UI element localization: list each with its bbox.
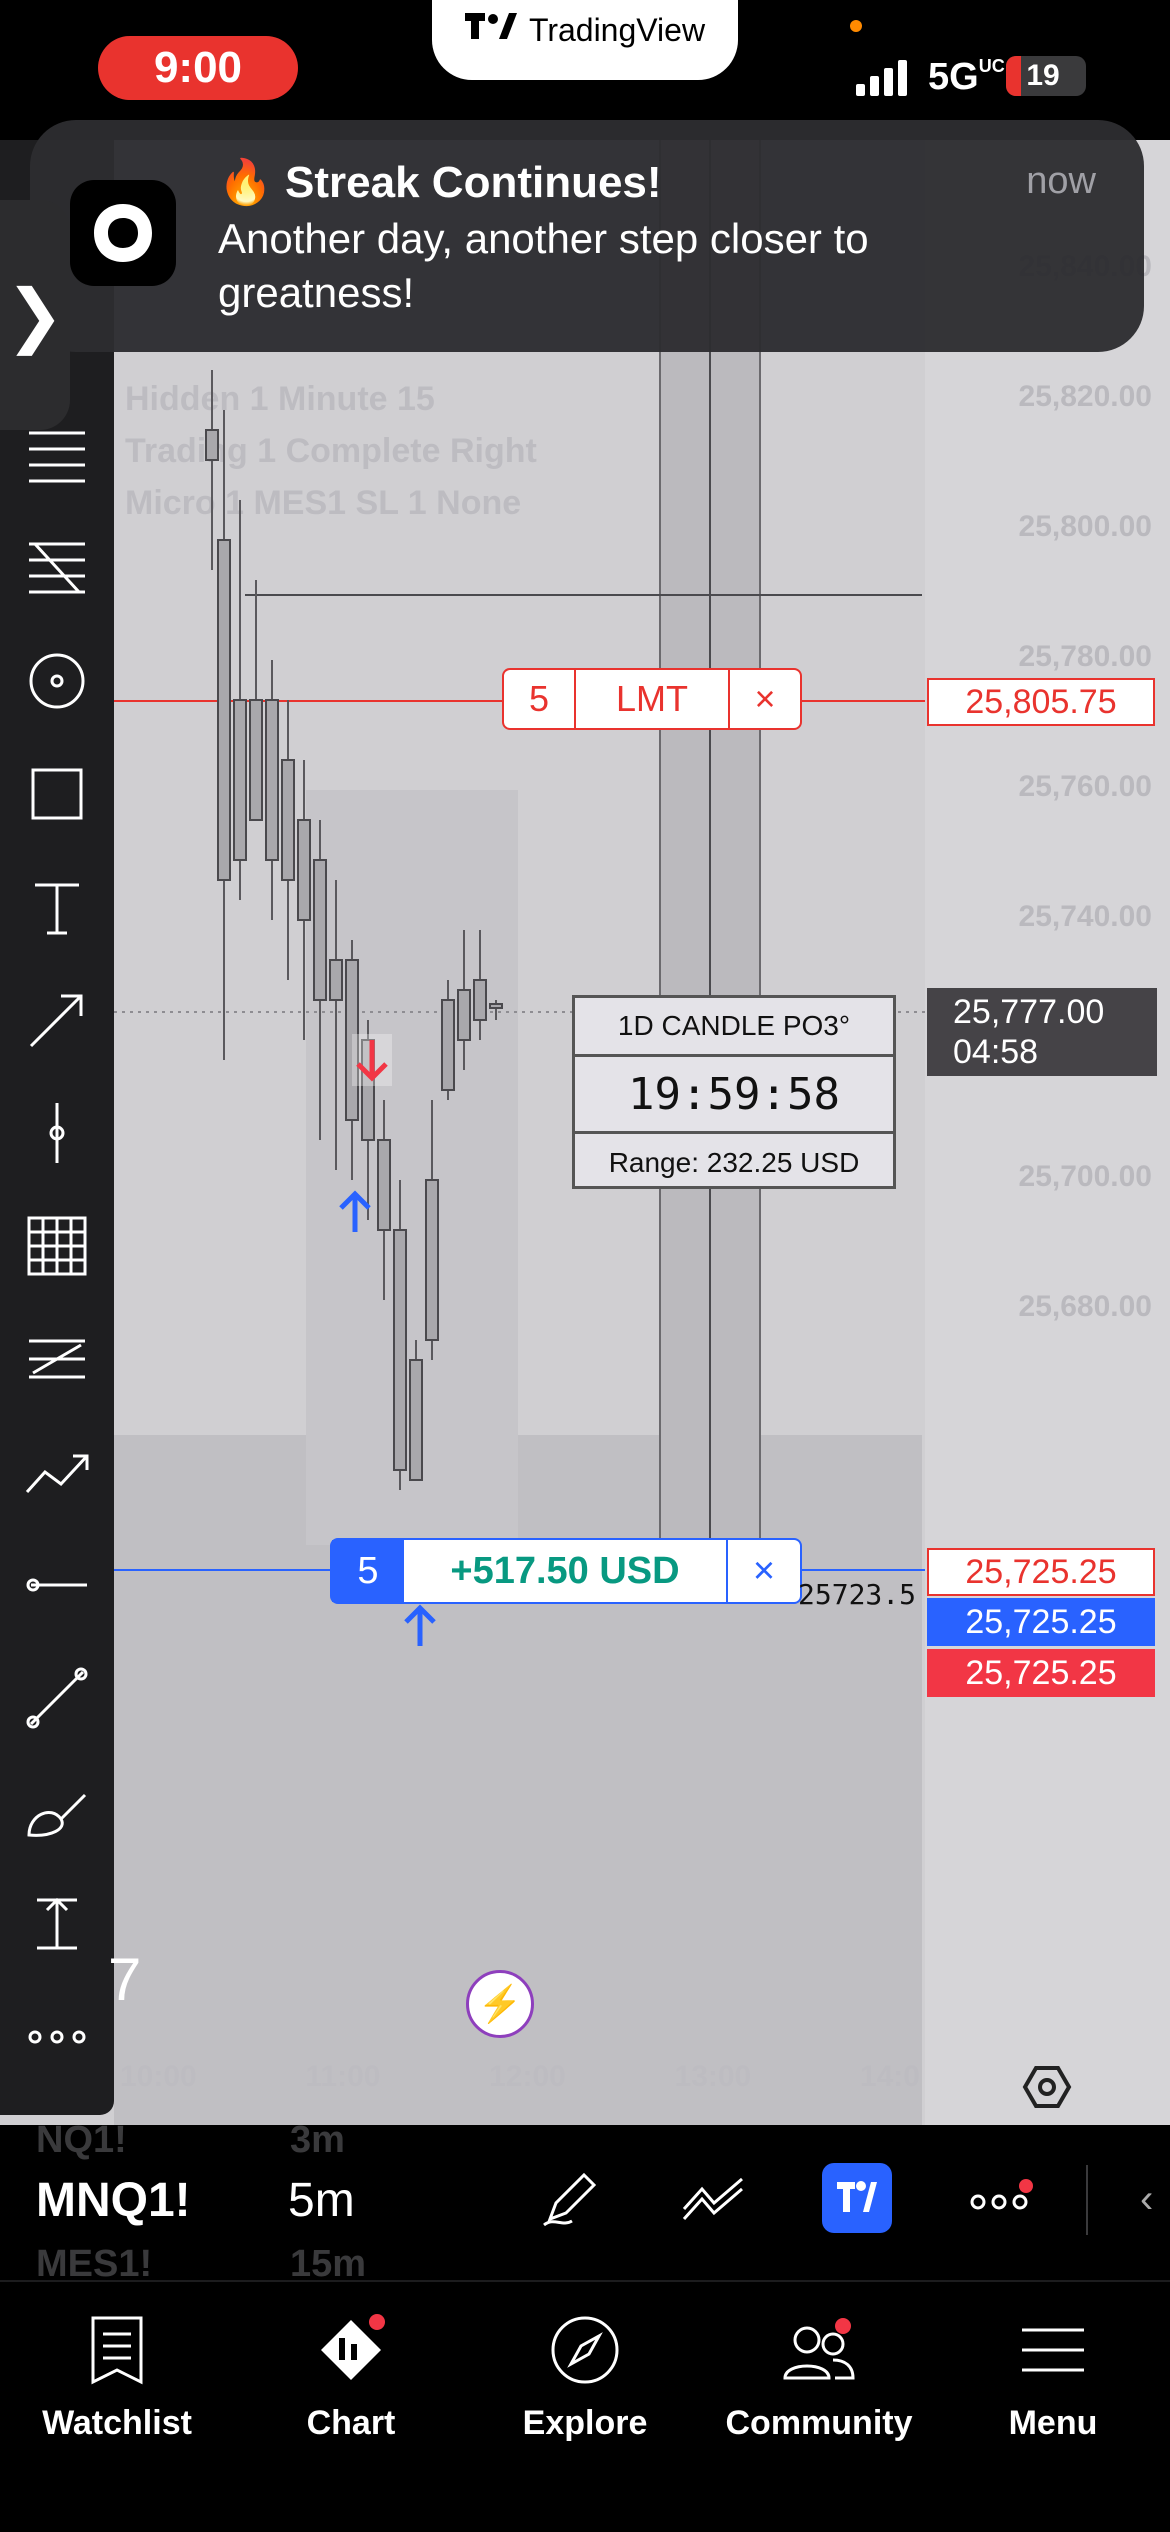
entry-price-label: 25723.5	[798, 1578, 917, 1611]
privacy-indicator	[850, 20, 862, 32]
candle-body	[297, 819, 311, 921]
quick-trade-lightning-icon[interactable]: ⚡	[466, 1970, 534, 2038]
text-icon[interactable]	[10, 860, 104, 954]
notification-time: now	[1026, 160, 1096, 202]
drawing-pen-icon[interactable]	[536, 2163, 606, 2233]
tab-bar: Watchlist Chart Explore Community Menu	[0, 2280, 1170, 2532]
candle-body	[425, 1179, 439, 1341]
symbol-selector[interactable]: MNQ1!	[36, 2173, 191, 2228]
notification-title: 🔥 Streak Continues!	[218, 158, 662, 207]
dynamic-island[interactable]: TradingView	[432, 0, 738, 80]
tab-community[interactable]: Community	[702, 2310, 936, 2443]
candle-body	[265, 699, 279, 861]
candle-body	[473, 979, 487, 1021]
candle-body	[377, 1139, 391, 1231]
tab-watchlist[interactable]: Watchlist	[0, 2310, 234, 2443]
candle-body	[489, 1003, 503, 1009]
position-pnl[interactable]: +517.50 USD	[404, 1540, 728, 1602]
order-qty[interactable]: 5	[504, 670, 576, 728]
candle-body	[205, 429, 219, 461]
po3-candle-box[interactable]: 1D CANDLE PO3° 19:59:58 Range: 232.25 US…	[572, 995, 896, 1189]
chart-bottom-toolbar: NQ1! 3m MES1! 15m MNQ1! 5m ‹	[0, 2119, 1170, 2285]
candle-body	[233, 699, 247, 861]
close-position-button[interactable]: ×	[728, 1540, 800, 1602]
watchlist-icon	[77, 2310, 157, 2390]
brush-icon[interactable]	[10, 1764, 104, 1858]
battery-icon: 19	[1006, 56, 1086, 96]
cursor-cross-icon[interactable]	[10, 1086, 104, 1180]
candle-body	[329, 959, 343, 1001]
bid-price-label: 25,725.25	[927, 1649, 1155, 1697]
drawing-toolbar	[0, 140, 114, 2115]
more-icon[interactable]	[10, 1990, 104, 2084]
notification-body: Another day, another step closer to grea…	[218, 215, 869, 316]
measure-icon[interactable]	[10, 1877, 104, 1971]
trend-path-icon[interactable]	[10, 1425, 104, 1519]
chevron-left-icon[interactable]: ‹	[1140, 2177, 1153, 2222]
circle-icon[interactable]	[10, 634, 104, 728]
ghost-interval-above: 3m	[290, 2119, 345, 2161]
position-tag[interactable]: 5 +517.50 USD ×	[330, 1538, 802, 1604]
time-axis[interactable]: 10:00 11:00 12:00 13:00 14:0	[120, 2060, 920, 2110]
candle-body	[217, 539, 231, 881]
notification-banner[interactable]: 🔥 Streak Continues! Another day, another…	[30, 120, 1144, 352]
app-icon	[70, 180, 176, 286]
line-icon[interactable]	[10, 1651, 104, 1745]
island-app-name: TradingView	[528, 11, 706, 48]
candle-body	[457, 989, 471, 1041]
tab-menu[interactable]: Menu	[936, 2310, 1170, 2443]
tab-chart[interactable]: Chart	[234, 2310, 468, 2443]
candle-body	[249, 699, 263, 821]
bar-countdown: 04:58	[953, 1033, 1039, 1071]
position-price-label: 25,725.25	[927, 1598, 1155, 1646]
more-options-icon[interactable]	[966, 2163, 1036, 2233]
price-label: 25,725.25	[927, 1548, 1155, 1596]
po3-timer: 19:59:58	[575, 1057, 893, 1134]
order-type[interactable]: LMT	[576, 670, 730, 728]
toolbar-edge-mark: 7	[108, 1946, 142, 2013]
candle-body	[281, 759, 295, 881]
signal-icon	[856, 56, 907, 96]
trading-panel-icon[interactable]	[822, 2163, 892, 2233]
clock: 9:00	[98, 36, 298, 100]
chart-canvas[interactable]: 25,840.0025,820.0025,800.0025,780.0025,7…	[0, 140, 1170, 2125]
ghost-symbol-above: NQ1!	[36, 2119, 127, 2161]
candle-body	[409, 1359, 423, 1481]
arrow-icon[interactable]	[10, 973, 104, 1067]
current-price: 25,777.00	[953, 993, 1105, 1031]
limit-price-label[interactable]: 25,805.75	[927, 678, 1155, 726]
position-qty[interactable]: 5	[332, 1540, 404, 1602]
sell-arrow-icon	[352, 1034, 392, 1086]
tab-label: Explore	[522, 2404, 648, 2442]
candle-body	[393, 1229, 407, 1471]
current-price-label: 25,777.00 04:58	[927, 988, 1157, 1076]
collapse-toolbar-chevron-icon[interactable]: ❯	[0, 200, 70, 430]
tab-label: Chart	[306, 2404, 396, 2442]
tab-label: Menu	[1008, 2404, 1098, 2442]
compass-icon	[545, 2310, 625, 2390]
grid-icon[interactable]	[10, 1199, 104, 1293]
tab-explore[interactable]: Explore	[468, 2310, 702, 2443]
divider	[1086, 2165, 1088, 2235]
tab-label: Watchlist	[42, 2404, 192, 2442]
po3-title: 1D CANDLE PO3°	[575, 998, 893, 1057]
fib-retracement-icon[interactable]	[10, 521, 104, 615]
network-label: 5GUC	[928, 56, 1005, 98]
cancel-order-button[interactable]: ×	[730, 670, 800, 728]
community-icon	[779, 2310, 859, 2390]
limit-order-tag[interactable]: 5 LMT ×	[502, 668, 802, 730]
indicators-icon[interactable]	[678, 2163, 748, 2233]
chart-icon	[311, 2310, 391, 2390]
candle-body	[441, 999, 455, 1091]
channel-icon[interactable]	[10, 1312, 104, 1406]
po3-range: Range: 232.25 USD	[608, 1147, 860, 1178]
rectangle-icon[interactable]	[10, 747, 104, 841]
horizontal-ray-icon[interactable]	[10, 1538, 104, 1632]
menu-icon	[1013, 2310, 1093, 2390]
candle-body	[313, 859, 327, 1001]
tradingview-logo-icon	[464, 11, 517, 50]
tab-label: Community	[725, 2404, 913, 2442]
interval-selector[interactable]: 5m	[288, 2173, 355, 2228]
